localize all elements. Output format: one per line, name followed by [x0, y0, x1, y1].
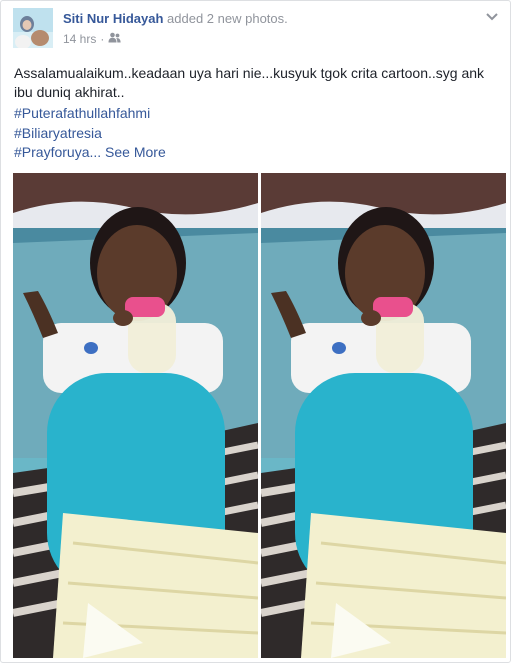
feed-post: Siti Nur Hidayah added 2 new photos. 14 … [0, 0, 511, 663]
post-photo-1[interactable] [13, 173, 258, 658]
post-action-text: added 2 new photos. [167, 11, 288, 26]
chevron-down-icon[interactable] [484, 10, 500, 22]
hashtag-link[interactable]: #Puterafathullahfahmi [14, 104, 166, 124]
post-meta: 14 hrs · [63, 32, 121, 46]
author-avatar[interactable] [13, 8, 53, 48]
author-name-link[interactable]: Siti Nur Hidayah [63, 11, 163, 26]
hashtag-link[interactable]: #Biliaryatresia [14, 124, 166, 144]
hashtag-list: #Puterafathullahfahmi #Biliaryatresia #P… [14, 104, 166, 163]
hashtag-link[interactable]: #Prayforuya... [14, 144, 101, 160]
see-more-link[interactable]: See More [105, 144, 166, 160]
timestamp-link[interactable]: 14 hrs [63, 32, 96, 46]
post-message: Assalamualaikum..keadaan uya hari nie...… [14, 65, 485, 100]
friends-icon[interactable] [108, 32, 121, 46]
meta-separator: · [100, 32, 105, 46]
post-photo-2[interactable] [261, 173, 506, 658]
post-header: Siti Nur Hidayah added 2 new photos. [63, 11, 288, 26]
